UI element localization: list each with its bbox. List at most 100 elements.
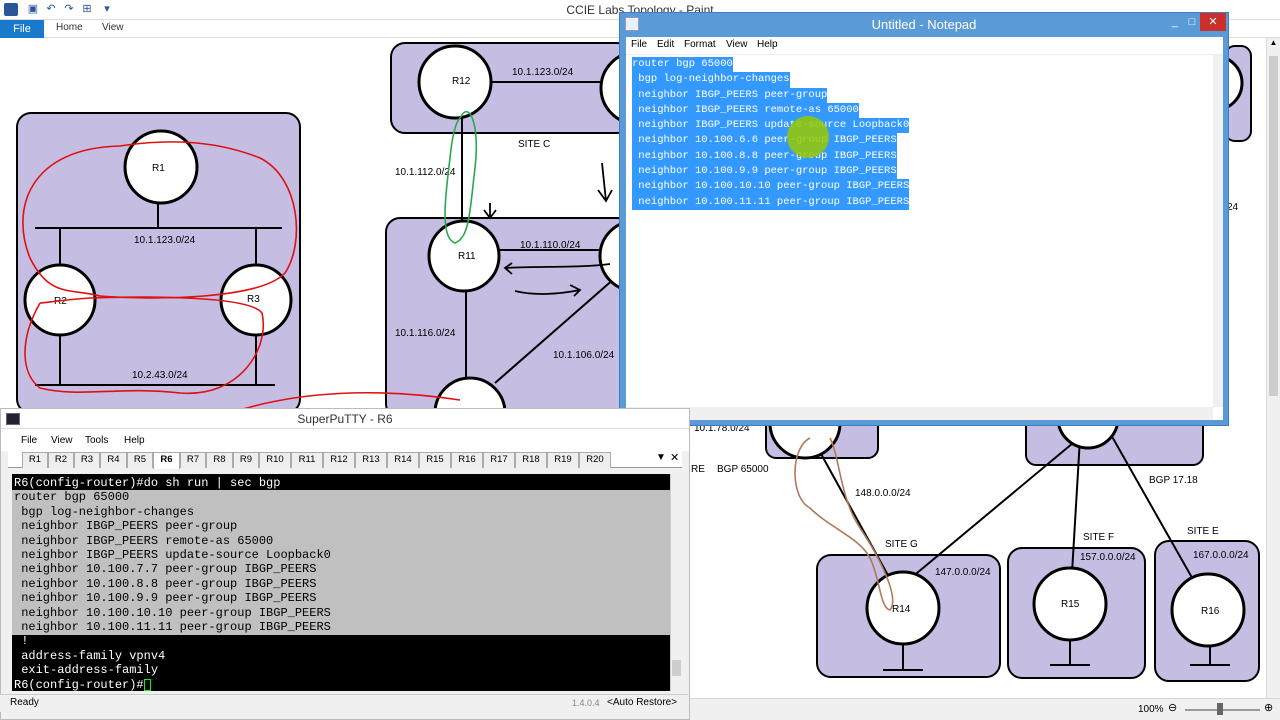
terminal-line: neighbor IBGP_PEERS peer-group: [14, 519, 238, 534]
router-label-r3: R3: [247, 294, 260, 305]
zoom-in-icon[interactable]: ⊕: [1264, 702, 1276, 714]
re-label: RE: [691, 464, 705, 475]
notepad-menu-help[interactable]: Help: [757, 39, 778, 50]
zoom-level: 100%: [1138, 704, 1164, 715]
terminal-line: bgp log-neighbor-changes: [14, 504, 195, 519]
router-label-r1: R1: [152, 163, 165, 174]
putty-status-bar: Ready 1.4.0.4 <Auto Restore>: [0, 694, 688, 712]
putty-menu-view[interactable]: View: [51, 435, 73, 446]
terminal-line: exit-address-family: [14, 663, 159, 678]
site-label-e: SITE E: [1187, 526, 1219, 537]
status-ready: Ready: [10, 697, 39, 708]
session-tab-r5[interactable]: R5: [127, 452, 153, 468]
session-tab-r20[interactable]: R20: [579, 452, 611, 468]
terminal-line: neighbor 10.100.7.7 peer-group IBGP_PEER…: [14, 562, 317, 577]
session-tab-r2[interactable]: R2: [48, 452, 74, 468]
putty-menu-tools[interactable]: Tools: [85, 435, 108, 446]
notepad-menu-view[interactable]: View: [726, 39, 748, 50]
terminal-line: router bgp 65000: [14, 490, 130, 505]
router-label-r12: R12: [452, 76, 471, 87]
session-tab-r14[interactable]: R14: [387, 452, 419, 468]
zoom-out-icon[interactable]: ⊖: [1168, 702, 1180, 714]
notepad-menu-file[interactable]: File: [631, 39, 647, 50]
net-label-11: 157.0.0.0/24: [1080, 552, 1136, 563]
paint-tab-view[interactable]: View: [102, 22, 124, 33]
session-tab-r4[interactable]: R4: [100, 452, 127, 468]
tab-list-dropdown-icon[interactable]: ▼: [656, 452, 666, 463]
putty-window-title: SuperPuTTY - R6: [297, 412, 393, 426]
session-tab-r19[interactable]: R19: [547, 452, 579, 468]
site-box-center: [385, 217, 632, 419]
net-label-12: 167.0.0.0/24: [1193, 550, 1249, 561]
notepad-menu-edit[interactable]: Edit: [657, 39, 674, 50]
terminal-line: R6(config-router)#do sh run | sec bgp: [14, 476, 281, 490]
session-tab-r8[interactable]: R8: [206, 452, 233, 468]
terminal-line: neighbor 10.100.11.11 peer-group IBGP_PE…: [14, 620, 331, 635]
terminal-line: neighbor 10.100.8.8 peer-group IBGP_PEER…: [14, 576, 317, 591]
notepad-text-area[interactable]: router bgp 65000 bgp log-neighbor-change…: [626, 55, 1223, 420]
terminal-scroll-thumb[interactable]: [672, 660, 681, 676]
bgp-label-17-18: BGP 17.18: [1149, 475, 1198, 486]
terminal-line: neighbor IBGP_PEERS remote-as 65000: [14, 533, 274, 548]
notepad-line: neighbor IBGP_PEERS remote-as 65000: [632, 102, 859, 119]
session-tab-r11[interactable]: R11: [291, 452, 323, 468]
close-icon[interactable]: ✕: [1200, 13, 1226, 31]
notepad-horizontal-scrollbar[interactable]: [626, 407, 1213, 420]
paint-file-tab[interactable]: File: [0, 20, 44, 38]
router-label-r16: R16: [1201, 606, 1220, 617]
scroll-thumb[interactable]: [1269, 56, 1278, 396]
net-label-10: 147.0.0.0/24: [935, 567, 991, 578]
terminal-cursor: [143, 678, 151, 691]
session-tab-r7[interactable]: R7: [180, 452, 206, 468]
notepad-line: neighbor 10.100.6.6 peer-group IBGP_PEER…: [632, 133, 897, 149]
session-tab-r13[interactable]: R13: [355, 452, 387, 468]
session-tab-r3[interactable]: R3: [74, 452, 100, 468]
minimize-icon[interactable]: _: [1166, 13, 1184, 31]
notepad-menu-bar: File Edit Format View Help: [626, 37, 1223, 55]
terminal-line: R6(config-router)#: [14, 677, 144, 691]
terminal-scrollbar[interactable]: [670, 474, 682, 691]
notepad-window: Untitled - Notepad _ □ ✕ File Edit Forma…: [619, 12, 1229, 426]
putty-title-bar: SuperPuTTY - R6: [1, 409, 689, 429]
putty-menu-file[interactable]: File: [21, 435, 37, 446]
notepad-line: neighbor 10.100.9.9 peer-group IBGP_PEER…: [632, 164, 897, 180]
putty-menu-help[interactable]: Help: [124, 435, 145, 446]
session-tab-r18[interactable]: R18: [515, 452, 547, 468]
site-label-c: SITE C: [518, 139, 550, 150]
session-tab-r9[interactable]: R9: [233, 452, 259, 468]
tab-close-icon[interactable]: ✕: [670, 451, 679, 464]
terminal-line: !: [14, 634, 29, 649]
scroll-up-icon[interactable]: ▲: [1269, 38, 1278, 50]
status-auto-restore: <Auto Restore>: [607, 697, 678, 708]
terminal-line: address-family vpnv4: [14, 648, 166, 663]
paint-tab-home[interactable]: Home: [56, 22, 83, 33]
session-tab-r15[interactable]: R15: [419, 452, 451, 468]
net-label-1: 10.1.123.0/24: [134, 235, 196, 246]
session-tab-r17[interactable]: R17: [483, 452, 515, 468]
net-label-3: 10.1.123.0/24: [512, 67, 574, 78]
notepad-menu-format[interactable]: Format: [684, 39, 716, 50]
session-tab-r6[interactable]: R6: [153, 452, 180, 469]
mouse-highlight: [787, 116, 829, 158]
notepad-line: neighbor IBGP_PEERS peer-group: [632, 87, 828, 103]
maximize-icon[interactable]: □: [1184, 13, 1200, 31]
site-label-g: SITE G: [885, 539, 918, 550]
notepad-line: bgp log-neighbor-changes: [632, 72, 790, 88]
session-tab-r10[interactable]: R10: [259, 452, 291, 468]
notepad-vertical-scrollbar[interactable]: [1213, 55, 1223, 407]
paint-vertical-scrollbar[interactable]: ▲: [1266, 38, 1280, 698]
session-tab-r1[interactable]: R1: [22, 452, 48, 468]
net-label-5: 10.1.110.0/24: [520, 240, 581, 251]
session-tab-r16[interactable]: R16: [451, 452, 483, 468]
notepad-text: router bgp 65000 bgp log-neighbor-change…: [632, 57, 910, 210]
router-label-r15: R15: [1061, 599, 1080, 610]
terminal-screen[interactable]: R6(config-router)#do sh run | sec bgp ro…: [12, 474, 670, 691]
terminal-line: neighbor 10.100.10.10 peer-group IBGP_PE…: [14, 605, 331, 620]
zoom-slider-thumb[interactable]: [1217, 703, 1223, 715]
bgp-label-65000: BGP 65000: [717, 464, 769, 475]
net-label-9: 148.0.0.0/24: [855, 488, 911, 499]
net-label-6: 10.1.116.0/24: [395, 328, 456, 339]
notepad-title-bar: Untitled - Notepad _ □ ✕: [620, 13, 1228, 37]
terminal-line: neighbor IBGP_PEERS update-source Loopba…: [14, 548, 331, 563]
session-tab-r12[interactable]: R12: [323, 452, 355, 468]
